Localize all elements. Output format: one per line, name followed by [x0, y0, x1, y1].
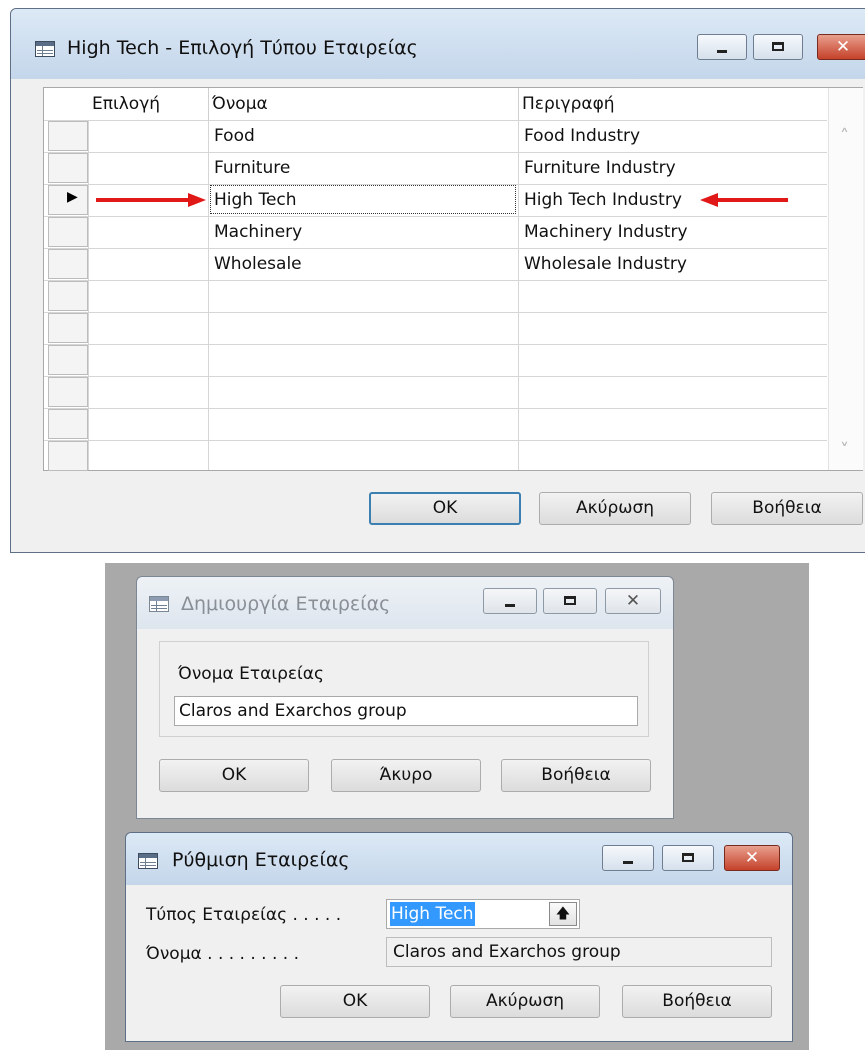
- annotation-arrow-right: [700, 193, 788, 207]
- row-selector[interactable]: [48, 217, 88, 247]
- lookup-button[interactable]: 🡅: [549, 902, 577, 926]
- company-type-value: High Tech: [390, 902, 475, 926]
- lookup-arrow-icon: 🡅: [555, 906, 571, 922]
- cancel-button[interactable]: Ακύρωση: [450, 985, 600, 1018]
- name-label: Όνομα . . . . . . . . .: [146, 944, 299, 964]
- title-bar[interactable]: Δημιουργία Εταιρείας ✕: [137, 577, 673, 629]
- create-company-window: Δημιουργία Εταιρείας ✕ Όνομα Εταιρείας C…: [136, 576, 674, 819]
- close-button[interactable]: ✕: [724, 845, 780, 871]
- minimize-button[interactable]: [483, 588, 537, 614]
- column-header-selection[interactable]: Επιλογή: [88, 88, 160, 120]
- table-row-description[interactable]: Machinery Industry: [524, 216, 688, 248]
- row-selector[interactable]: [48, 281, 88, 311]
- title-bar[interactable]: Ρύθμιση Εταιρείας ✕: [126, 833, 792, 885]
- title-bar[interactable]: High Tech - Επιλογή Τύπου Εταιρείας ✕: [11, 9, 865, 79]
- group-box: Όνομα Εταιρείας Claros and Exarchos grou…: [159, 641, 649, 737]
- minimize-icon: [603, 846, 653, 870]
- maximize-icon: [544, 589, 596, 613]
- company-name-input[interactable]: Claros and Exarchos group: [174, 696, 638, 726]
- company-type-input[interactable]: High Tech 🡅: [386, 899, 580, 929]
- minimize-button[interactable]: [602, 845, 654, 871]
- row-selector[interactable]: [48, 313, 88, 343]
- help-button[interactable]: Βοήθεια: [501, 759, 651, 792]
- cancel-button[interactable]: Ακύρωση: [539, 492, 691, 525]
- row-selector[interactable]: [48, 345, 88, 375]
- company-name-label: Όνομα Εταιρείας: [178, 664, 324, 684]
- table-row-name[interactable]: Machinery: [214, 216, 302, 248]
- ok-button[interactable]: OK: [280, 985, 430, 1018]
- column-header-description[interactable]: Περιγραφή: [518, 88, 615, 120]
- close-button[interactable]: ✕: [817, 34, 865, 60]
- window-title: Ρύθμιση Εταιρείας: [172, 849, 350, 871]
- row-selector[interactable]: ▶: [48, 185, 88, 215]
- maximize-button[interactable]: [662, 845, 714, 871]
- vertical-scrollbar[interactable]: ˄ ˅: [828, 88, 863, 470]
- maximize-button[interactable]: [753, 34, 803, 60]
- table-row-description[interactable]: High Tech Industry: [524, 184, 682, 216]
- row-selector[interactable]: [48, 249, 88, 279]
- table-row-name[interactable]: Food: [214, 120, 255, 152]
- minimize-icon: [698, 35, 746, 59]
- window-title: Δημιουργία Εταιρείας: [181, 593, 391, 615]
- company-setup-window: Ρύθμιση Εταιρείας ✕ Τύπος Εταιρείας . . …: [125, 832, 793, 1042]
- minimize-button[interactable]: [697, 34, 747, 60]
- cancel-button[interactable]: Άκυρο: [331, 759, 481, 792]
- close-icon: ✕: [835, 37, 851, 57]
- row-selector[interactable]: [48, 121, 88, 151]
- maximize-icon: [663, 846, 713, 870]
- table-row-description[interactable]: Wholesale Industry: [524, 248, 687, 280]
- ok-button[interactable]: OK: [159, 759, 309, 792]
- table-row-name[interactable]: Furniture: [214, 152, 290, 184]
- table-icon: [138, 853, 158, 869]
- table-icon: [35, 41, 55, 57]
- table-row-description[interactable]: Food Industry: [524, 120, 640, 152]
- minimize-icon: [484, 589, 536, 613]
- annotation-arrow-left: [96, 193, 208, 207]
- row-selector[interactable]: [48, 153, 88, 183]
- maximize-button[interactable]: [543, 588, 597, 614]
- scroll-down-arrow-icon[interactable]: ˅: [840, 440, 849, 461]
- row-selector[interactable]: [48, 409, 88, 439]
- row-selector[interactable]: [48, 441, 88, 471]
- ok-button[interactable]: OK: [369, 492, 521, 525]
- company-type-label: Τύπος Εταιρείας . . . . .: [146, 905, 342, 925]
- close-button[interactable]: ✕: [605, 588, 661, 614]
- scroll-up-arrow-icon[interactable]: ˄: [840, 126, 849, 147]
- current-row-pointer-icon: ▶: [67, 189, 78, 205]
- window-title: High Tech - Επιλογή Τύπου Εταιρείας: [67, 37, 418, 59]
- help-button[interactable]: Βοήθεια: [711, 492, 863, 525]
- table-row-name[interactable]: High Tech: [214, 184, 297, 216]
- table-row-description[interactable]: Furniture Industry: [524, 152, 676, 184]
- help-button[interactable]: Βοήθεια: [622, 985, 772, 1018]
- table-icon: [149, 596, 169, 612]
- company-type-grid[interactable]: Επιλογή Όνομα Περιγραφή ▶ Food Food Indu…: [43, 87, 863, 471]
- close-icon: ✕: [625, 591, 641, 611]
- column-header-name[interactable]: Όνομα: [208, 88, 268, 120]
- row-selector[interactable]: [48, 377, 88, 407]
- company-name-field[interactable]: Claros and Exarchos group: [386, 937, 772, 967]
- table-row-name[interactable]: Wholesale: [214, 248, 302, 280]
- close-icon: ✕: [744, 848, 760, 868]
- select-company-type-window: High Tech - Επιλογή Τύπου Εταιρείας ✕ Επ…: [10, 8, 865, 553]
- maximize-icon: [754, 35, 802, 59]
